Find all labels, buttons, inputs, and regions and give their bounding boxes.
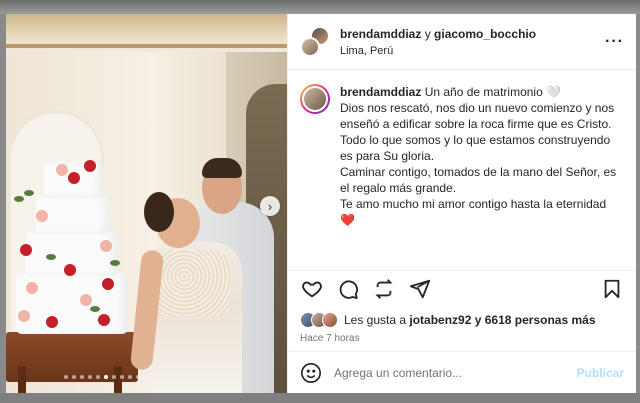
liker-username[interactable]: jotabenz92: [409, 313, 471, 327]
post-photo[interactable]: ›: [6, 14, 287, 393]
next-slide-button[interactable]: ›: [260, 196, 280, 216]
action-bar: [288, 270, 636, 306]
carousel-dot: [104, 375, 108, 379]
post-header: brendamddiaz y giacomo_bocchio Lima, Per…: [288, 14, 636, 70]
post-panel: brendamddiaz y giacomo_bocchio Lima, Per…: [287, 14, 636, 393]
avatar: [322, 312, 338, 328]
carousel-dot: [112, 375, 116, 379]
carousel-dots: [64, 375, 140, 379]
post-modal: › brendamddiaz y giacomo_bocchio Lima, P…: [6, 14, 636, 393]
post-timestamp[interactable]: Hace 7 horas: [288, 330, 636, 348]
backdrop: [0, 393, 640, 403]
carousel-dot: [120, 375, 124, 379]
likes-text: Les gusta a jotabenz92 y 6618 personas m…: [344, 313, 596, 327]
caption-line: Todo lo que somos y lo que estamos const…: [340, 133, 611, 163]
bookmark-icon: [604, 279, 620, 298]
caption-area: brendamddiaz Un año de matrimonio 🤍 Dios…: [288, 70, 636, 270]
collab-username[interactable]: giacomo_bocchio: [434, 27, 536, 41]
post-caption: brendamddiaz Un año de matrimonio 🤍 Dios…: [340, 84, 624, 270]
author-username[interactable]: brendamddiaz: [340, 27, 421, 41]
carousel-dot: [136, 375, 140, 379]
comment-input[interactable]: [334, 365, 577, 380]
comment-button[interactable]: [336, 277, 360, 301]
repost-icon: [375, 278, 393, 299]
backdrop: [0, 0, 640, 14]
carousel-dot: [128, 375, 132, 379]
avatar[interactable]: [300, 84, 330, 114]
send-icon: [409, 279, 431, 298]
chevron-right-icon: ›: [267, 198, 273, 214]
carousel-dot: [96, 375, 100, 379]
caption-username[interactable]: brendamddiaz: [340, 85, 421, 99]
caption-line: Dios nos rescató, nos dio un nuevo comie…: [340, 101, 615, 131]
carousel-dot: [72, 375, 76, 379]
save-button[interactable]: [600, 277, 624, 301]
carousel-dot: [80, 375, 84, 379]
comment-bar: Publicar: [288, 351, 636, 393]
caption-line: Caminar contigo, tomados de la mano del …: [340, 165, 617, 195]
collab-connector: y: [424, 26, 431, 41]
publish-button[interactable]: Publicar: [577, 366, 624, 380]
avatar: [300, 36, 320, 57]
collab-avatars[interactable]: [300, 25, 330, 58]
heart-icon: [302, 281, 322, 297]
caption-line: Un año de matrimonio 🤍: [424, 85, 562, 99]
send-button[interactable]: [408, 277, 432, 301]
like-button[interactable]: [300, 277, 324, 301]
more-options-button[interactable]: ···: [605, 33, 624, 51]
repost-button[interactable]: [372, 277, 396, 301]
caption-line: Te amo mucho mi amor contigo hasta la et…: [340, 197, 607, 227]
likes-row[interactable]: Les gusta a jotabenz92 y 6618 personas m…: [288, 306, 636, 330]
comment-icon: [339, 280, 358, 299]
carousel-dot: [64, 375, 68, 379]
carousel-dot: [88, 375, 92, 379]
location-link[interactable]: Lima, Perú: [340, 45, 605, 57]
emoji-icon[interactable]: [300, 362, 322, 384]
likes-count[interactable]: y 6618 personas más: [475, 313, 596, 327]
more-horizontal-icon: ···: [605, 32, 624, 50]
